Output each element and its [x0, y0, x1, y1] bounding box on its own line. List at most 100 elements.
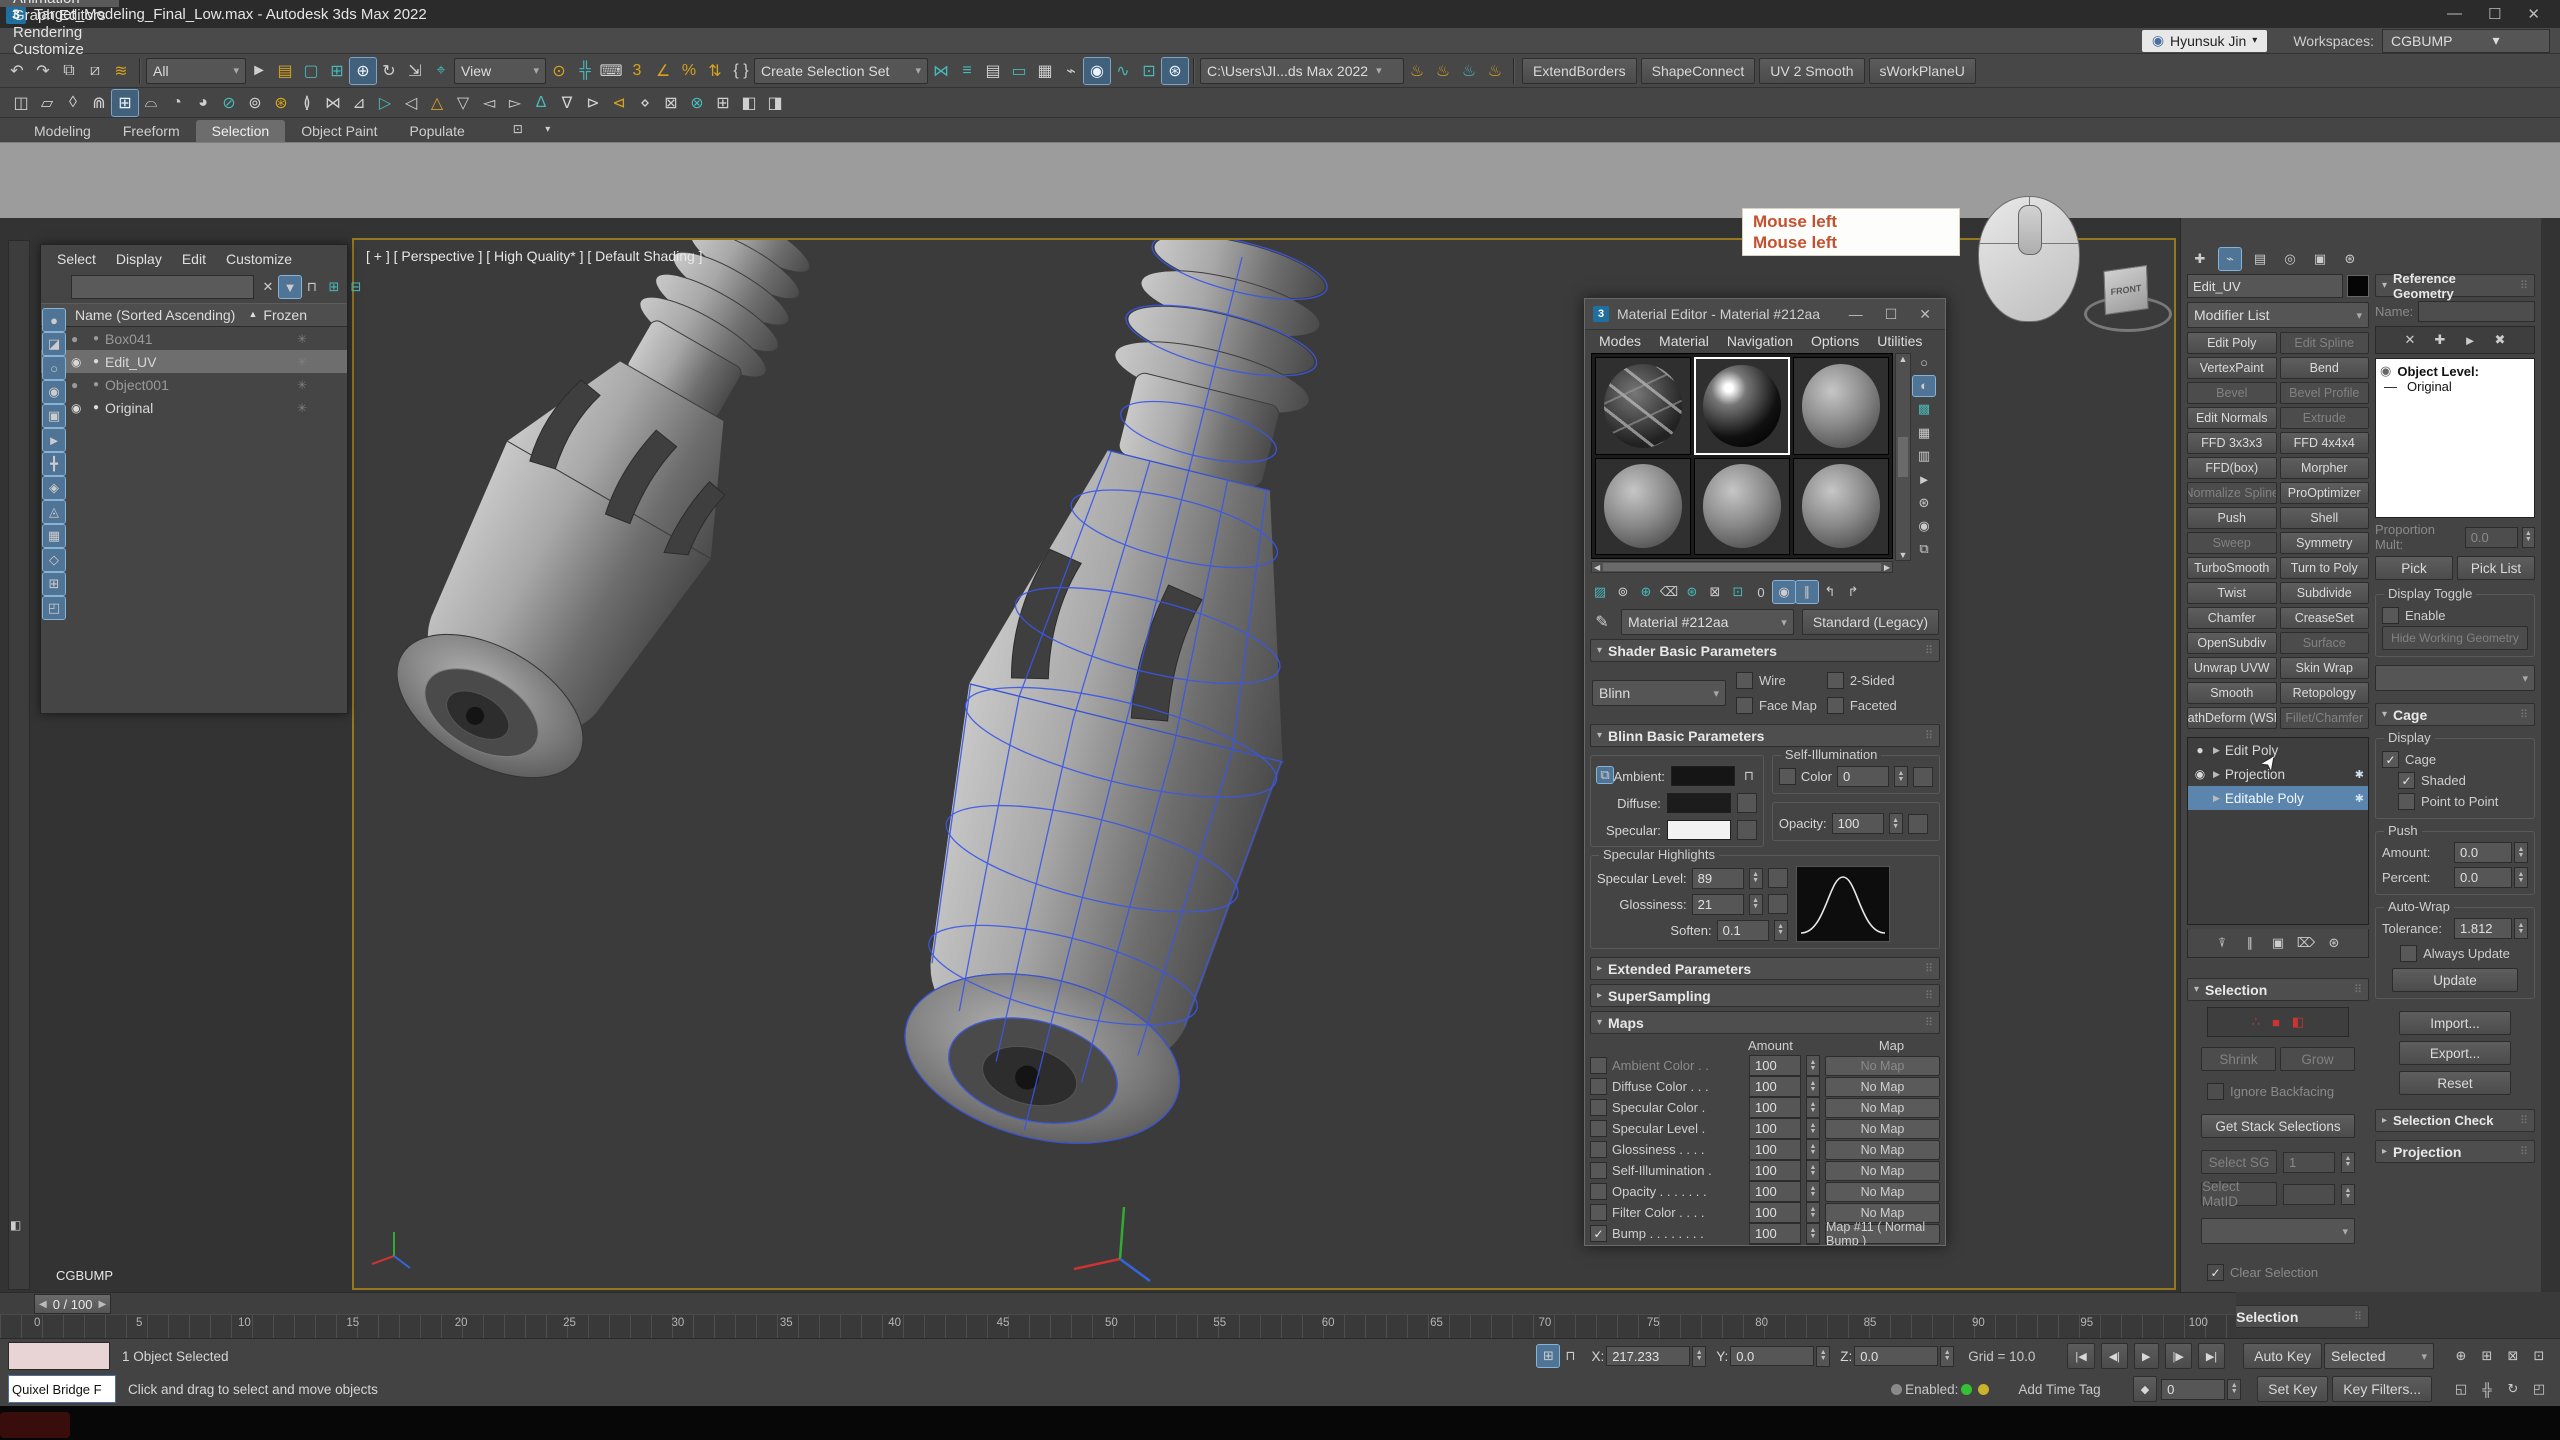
custom-script-button[interactable]: ExtendBorders [1522, 58, 1637, 84]
custom-tool-icon[interactable]: ⌓ [138, 90, 164, 116]
map-amount-field[interactable]: 100 [1749, 1139, 1801, 1160]
delete-ref-icon[interactable]: ✕ [2399, 329, 2421, 351]
viewcube-front-face[interactable]: FRONT [2110, 283, 2141, 297]
time-slider-handle[interactable]: ◀ 0 / 100 ▶ [34, 1294, 111, 1314]
orbit-icon[interactable]: ↻ [2502, 1378, 2524, 1400]
viewport-layout-tabs[interactable] [8, 240, 30, 1290]
x-coordinate-field[interactable]: 217.233 [1606, 1346, 1690, 1366]
material-sample-slot[interactable] [1694, 357, 1790, 455]
render-production-icon[interactable]: ♨ [1404, 58, 1430, 84]
material-sample-slot[interactable] [1595, 357, 1691, 455]
map-amount-spinner[interactable]: ▲▼ [1806, 1223, 1820, 1244]
modify-tab-icon[interactable]: ⌁ [2219, 248, 2241, 270]
rollout-shader-basic[interactable]: ▾Shader Basic Parameters⠿ [1590, 639, 1940, 662]
modifier-button[interactable]: Shell [2280, 507, 2370, 529]
faceted-checkbox[interactable] [1827, 697, 1844, 714]
background-icon[interactable]: ▩ [1913, 400, 1935, 419]
material-sample-slot[interactable] [1595, 458, 1691, 556]
glossiness-spinner[interactable]: ▲▼ [1749, 894, 1763, 915]
custom-tool-icon[interactable]: ◅ [476, 90, 502, 116]
clear-search-icon[interactable]: ✕ [257, 276, 279, 298]
glossiness-field[interactable]: 21 [1692, 894, 1744, 915]
lock-explorer-icon[interactable]: ⊓ [301, 276, 323, 298]
map-slot-button[interactable]: No Map [1825, 1077, 1940, 1097]
project-path-dropdown[interactable]: C:\Users\JI...ds Max 2022▾ [1200, 58, 1404, 84]
ribbon-mini-icon[interactable]: ⊡ [505, 116, 531, 142]
ribbon-collapse-icon[interactable]: ▾ [535, 116, 561, 142]
ribbon-tab[interactable]: Populate [393, 120, 480, 142]
menu-item[interactable]: Graph Editors [0, 7, 119, 24]
custom-tool-icon[interactable]: ⋄ [632, 90, 658, 116]
ref-name-field[interactable] [2418, 301, 2535, 322]
selfillum-spinner[interactable]: ▲▼ [1894, 766, 1908, 787]
frozen-icon[interactable]: ✳ [297, 401, 307, 415]
scene-object-row[interactable]: ◉ ● Original ✳ [41, 396, 347, 419]
play-button[interactable]: ▶ [2134, 1343, 2158, 1369]
show-in-viewport-icon[interactable]: ◉ [1773, 581, 1795, 603]
snap-toggle-3d[interactable]: 3 [624, 58, 650, 84]
map-amount-field[interactable]: 100 [1749, 1160, 1801, 1181]
get-material-icon[interactable]: ▨ [1589, 581, 1611, 603]
material-editor-menu-item[interactable]: Utilities [1869, 333, 1930, 349]
reset-map-icon[interactable]: ⌫ [1658, 581, 1680, 603]
explorer-menu-item[interactable]: Customize [218, 249, 300, 269]
select-sg-button[interactable]: Select SG [2201, 1150, 2277, 1174]
modifier-button[interactable]: Surface [2280, 632, 2370, 654]
material-name-dropdown[interactable]: Material #212aa▾ [1621, 609, 1794, 635]
modifier-button[interactable]: Edit Normals [2187, 407, 2277, 429]
push-percent-spinner[interactable]: ▲▼ [2514, 867, 2528, 888]
modifier-list-dropdown[interactable]: Modifier List▾ [2187, 302, 2369, 328]
render-quicksilver-icon[interactable]: ♨ [1482, 58, 1508, 84]
undo-icon[interactable]: ↶ [4, 58, 30, 84]
matid-spinner[interactable]: ▲▼ [2341, 1184, 2355, 1205]
custom-tool-icon[interactable]: ▽ [450, 90, 476, 116]
material-sample-slot[interactable] [1694, 458, 1790, 556]
named-selection-sets-dropdown[interactable]: Create Selection Set▾ [754, 58, 928, 84]
explorer-search-input[interactable] [71, 275, 254, 299]
soften-field[interactable]: 0.1 [1717, 920, 1769, 941]
visibility-icon[interactable]: ● [71, 332, 87, 346]
cage-checkbox[interactable]: ✓ [2382, 751, 2399, 768]
filter-particles-icon[interactable]: ◈ [43, 477, 65, 499]
modifier-button[interactable]: FFD(box) [2187, 457, 2277, 479]
reference-coordinate-dropdown[interactable]: View▾ [454, 58, 546, 84]
modifier-button[interactable]: Skin Wrap [2280, 657, 2370, 679]
sg-spinner[interactable]: ▲▼ [2341, 1152, 2355, 1173]
make-copy-icon[interactable]: ⊛ [1681, 581, 1703, 603]
custom-tool-icon[interactable]: ◊ [60, 90, 86, 116]
modifier-button[interactable]: Turn to Poly [2280, 557, 2370, 579]
custom-tool-icon[interactable]: ◔ [164, 90, 190, 116]
modifier-button[interactable]: Chamfer [2187, 607, 2277, 629]
specular-level-map-shortcut[interactable] [1768, 868, 1788, 888]
map-amount-spinner[interactable]: ▲▼ [1806, 1118, 1820, 1139]
modifier-button[interactable]: Subdivide [2280, 582, 2370, 604]
z-spinner[interactable]: ▲▼ [1940, 1346, 1954, 1367]
render-gear-icon[interactable]: ⊛ [1162, 58, 1188, 84]
map-amount-spinner[interactable]: ▲▼ [1806, 1160, 1820, 1181]
layer-explorer-icon[interactable]: ▤ [980, 58, 1006, 84]
custom-tool-icon[interactable]: ≬ [294, 90, 320, 116]
filter-shapes-icon[interactable]: ○ [43, 357, 65, 379]
modifier-button[interactable]: FFD 3x3x3 [2187, 432, 2277, 454]
modifier-button[interactable]: Retopology [2280, 682, 2370, 704]
x-spinner[interactable]: ▲▼ [1692, 1346, 1706, 1367]
push-percent-field[interactable]: 0.0 [2454, 867, 2512, 888]
filter-spacewarps-icon[interactable]: ╋ [43, 453, 65, 475]
auto-key-button[interactable]: Auto Key [2243, 1343, 2322, 1369]
import-button[interactable]: Import... [2399, 1011, 2511, 1035]
map-amount-field[interactable]: 100 [1749, 1223, 1801, 1244]
map-enable-checkbox[interactable] [1590, 1120, 1607, 1137]
custom-tool-icon[interactable]: ⊘ [216, 90, 242, 116]
make-unique-icon[interactable]: ▣ [2267, 932, 2289, 954]
select-matid-button[interactable]: Select MatID [2201, 1182, 2277, 1206]
map-amount-spinner[interactable]: ▲▼ [1806, 1097, 1820, 1118]
reset-button[interactable]: Reset [2399, 1071, 2511, 1095]
visibility-icon[interactable]: ◉ [71, 355, 87, 369]
sample-scrollbar-horizontal[interactable]: ◀▶ [1591, 561, 1893, 573]
face-subobject-icon[interactable]: ■ [2272, 1015, 2280, 1030]
point-to-point-checkbox[interactable] [2398, 793, 2415, 810]
map-enable-checkbox[interactable] [1590, 1078, 1607, 1095]
push-amount-field[interactable]: 0.0 [2454, 842, 2512, 863]
backlight-icon[interactable]: ◐ [1913, 376, 1935, 395]
custom-tool-icon[interactable]: ◕ [190, 90, 216, 116]
